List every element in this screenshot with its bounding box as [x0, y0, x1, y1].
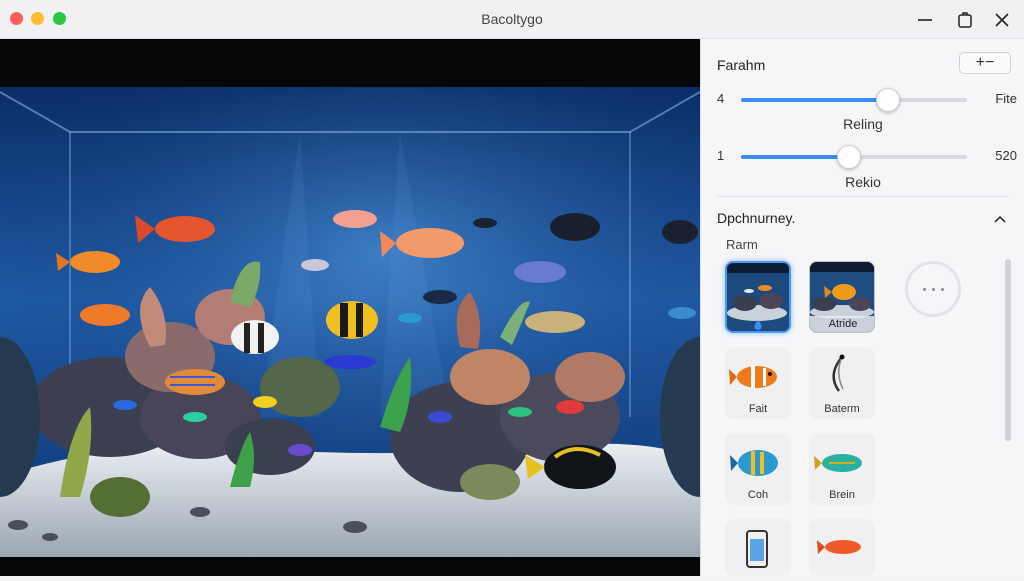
slider-track[interactable] [741, 145, 967, 169]
add-remove-button[interactable]: +− [959, 52, 1011, 74]
phone-tank-icon [746, 530, 768, 568]
tile-label: Fait [748, 403, 768, 415]
restore-button[interactable] [954, 9, 976, 31]
slider-label: Reling [843, 116, 883, 132]
slider-rekio[interactable]: 1 520 [717, 145, 1017, 169]
slider-fill [741, 98, 888, 102]
window-title: Bacoltygo [481, 11, 543, 27]
water-drop-icon [754, 320, 762, 330]
tile-label: Brein [829, 489, 855, 501]
close-icon [995, 13, 1009, 27]
slider-track[interactable] [741, 88, 967, 112]
slider-max-label: Fite [995, 91, 1017, 106]
slider-fill [741, 155, 850, 159]
slider-label: Rekio [845, 174, 881, 190]
section-subtitle: Rarm [726, 237, 758, 252]
restore-icon [958, 12, 972, 28]
title-bar: Bacoltygo [0, 0, 1024, 39]
tank-thumbnail [810, 262, 874, 319]
asset-tile-atride[interactable]: Atride [809, 261, 875, 333]
divider [717, 196, 1009, 197]
asset-tile-baterm[interactable]: Baterm [809, 347, 875, 419]
curved-stick-icon [832, 354, 845, 392]
aquarium-scene [0, 87, 700, 557]
slider-thumb[interactable] [837, 145, 862, 169]
slider-max-label: 520 [995, 148, 1017, 163]
teal-fish-icon [814, 454, 862, 472]
slider-reling[interactable]: 4 Fite [717, 88, 1017, 112]
scrollbar[interactable] [1005, 259, 1011, 441]
slider-thumb[interactable] [875, 88, 900, 112]
section-title: Dpchnurney. [717, 210, 796, 226]
panel-title: Farahm [717, 57, 766, 73]
loading-spinner [905, 261, 961, 317]
striped-fish-icon [730, 450, 778, 476]
aquarium-viewport[interactable] [0, 39, 700, 576]
tile-label: Coh [747, 489, 769, 501]
asset-tile-red-fish[interactable] [809, 519, 875, 576]
asset-tile-phone-tank[interactable] [725, 519, 791, 576]
clownfish-icon [729, 366, 777, 388]
minimize-button[interactable] [914, 9, 936, 31]
red-fish-icon [817, 540, 861, 554]
close-button[interactable] [991, 9, 1013, 31]
asset-tile-tank-selected[interactable] [725, 261, 791, 333]
asset-tile-coh[interactable]: Coh [725, 433, 791, 505]
asset-tile-brein[interactable]: Brein [809, 433, 875, 505]
properties-panel: Farahm +− 4 Fite Reling 1 520 Rekio Dpch… [700, 39, 1024, 576]
asset-tile-fait[interactable]: Fait [725, 347, 791, 419]
tile-label: Baterm [824, 403, 860, 415]
minimize-icon [918, 19, 932, 21]
app-window: Bacoltygo Farahm +− 4 Fite Reling 1 520 … [0, 0, 1024, 576]
collapse-button[interactable] [993, 211, 1007, 229]
tile-label: Atride [810, 316, 874, 332]
slider-min-label: 4 [717, 91, 725, 106]
slider-min-label: 1 [717, 148, 725, 163]
chevron-up-icon [994, 215, 1006, 223]
